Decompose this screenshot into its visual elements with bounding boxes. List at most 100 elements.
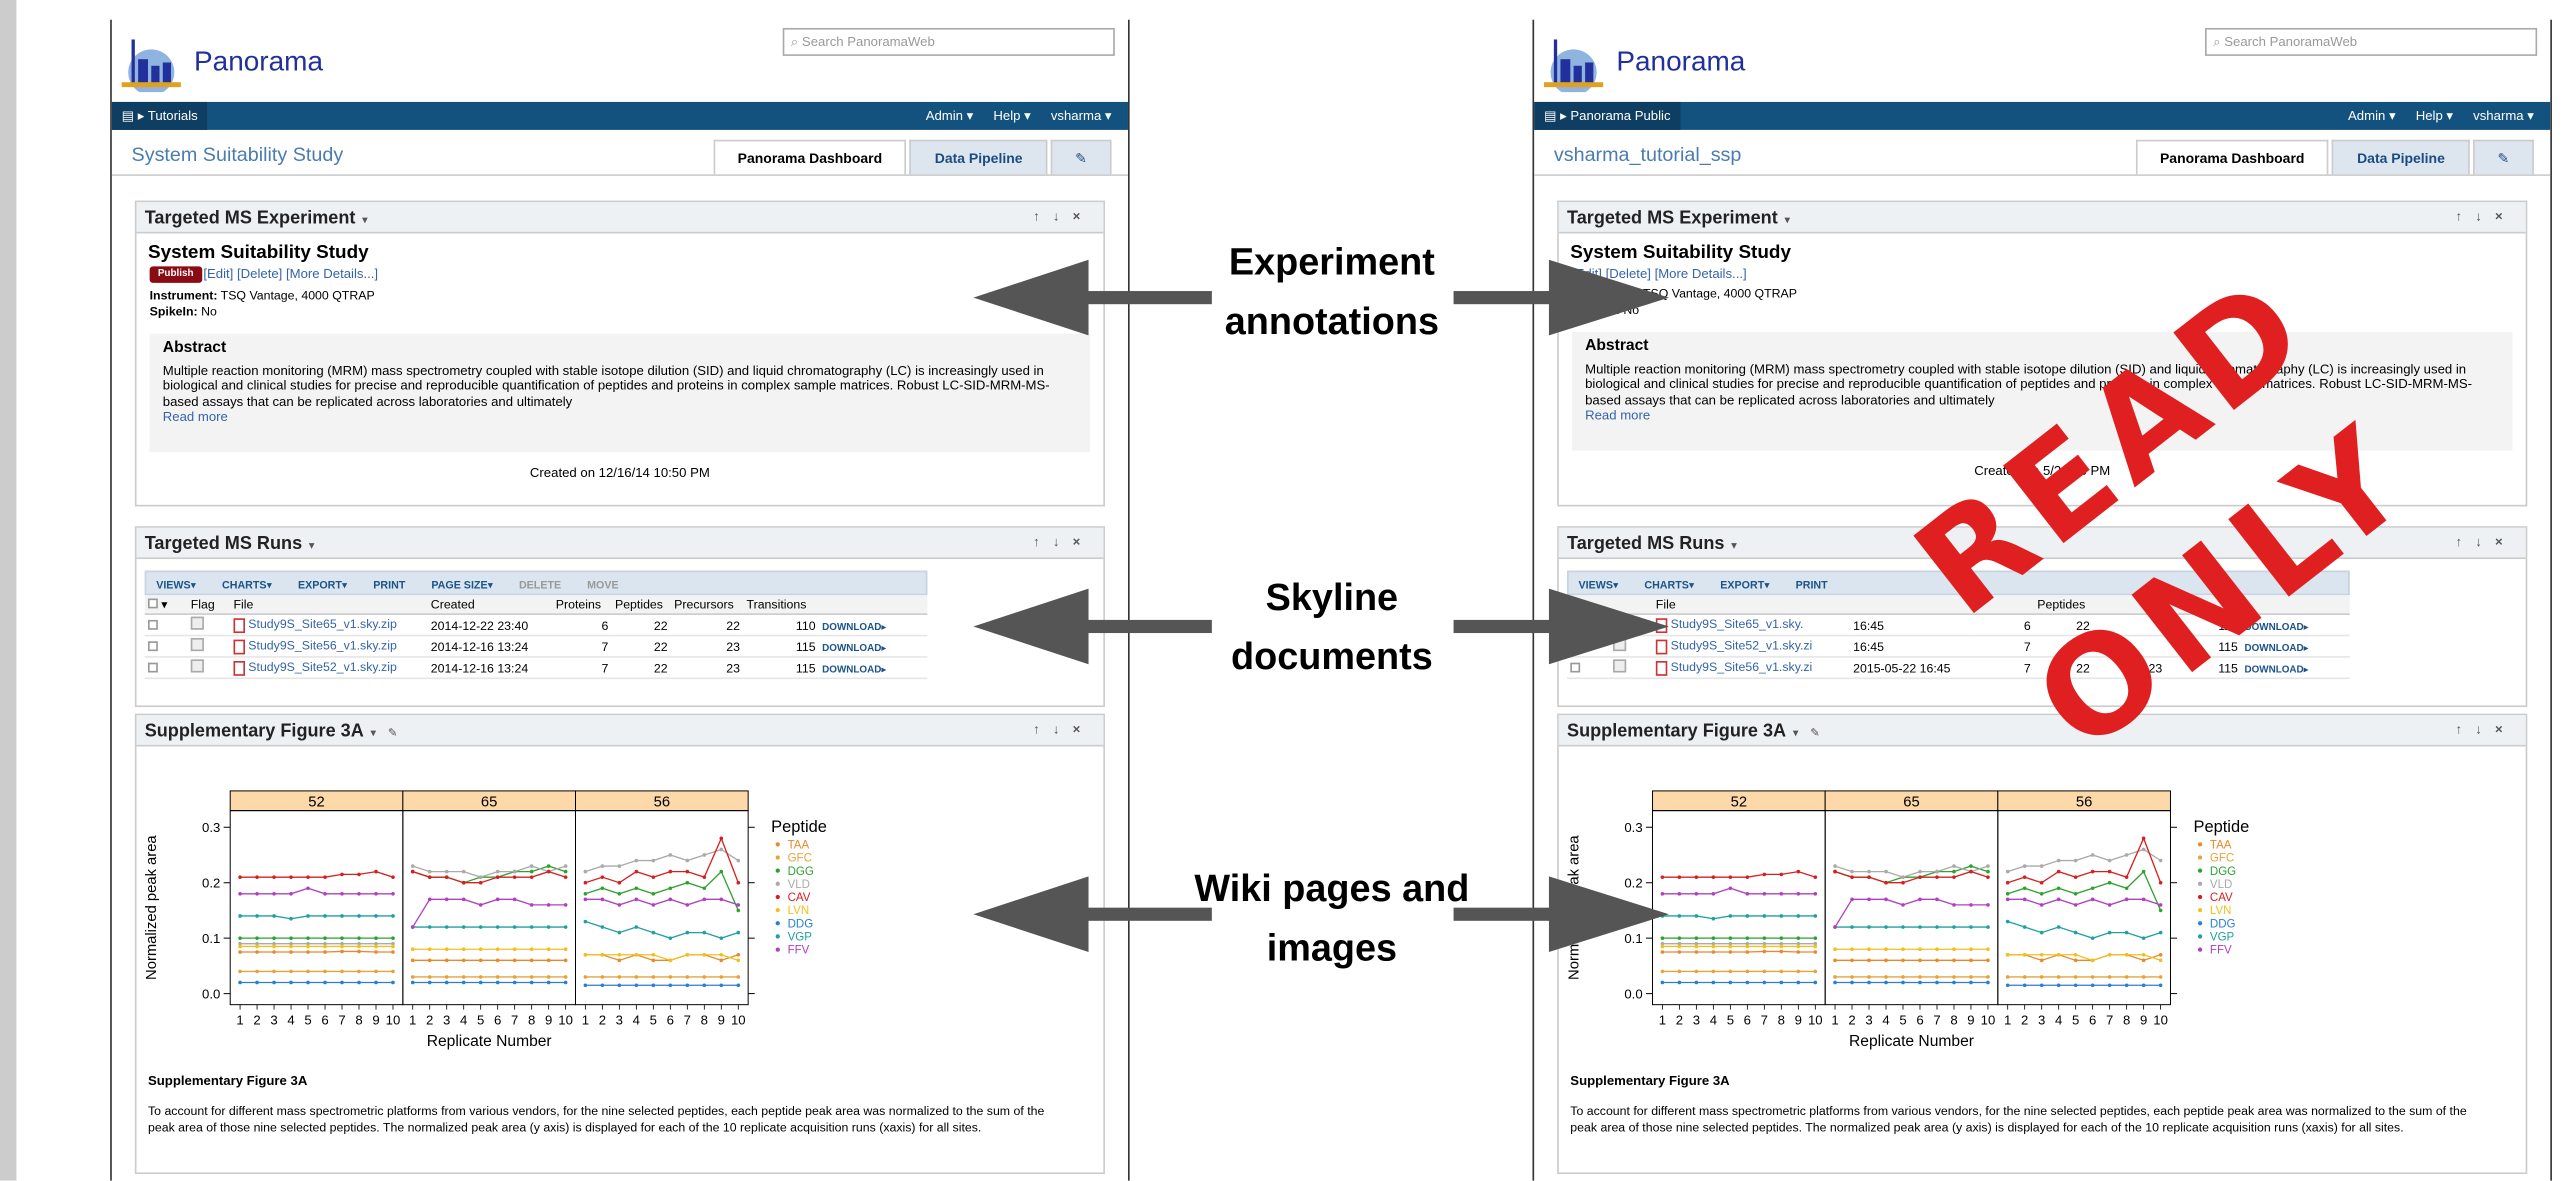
views-button[interactable]: VIEWS▾ — [1579, 580, 1619, 592]
panel-controls[interactable]: ↑↓× — [1033, 722, 1093, 737]
col-created[interactable]: Created — [427, 595, 553, 615]
col-precursors[interactable] — [2093, 595, 2166, 615]
col-flag[interactable]: Flag — [187, 595, 231, 615]
x-tick-label: 9 — [545, 1012, 552, 1027]
col-proteins[interactable] — [1974, 595, 2034, 615]
row-checkbox[interactable] — [1570, 640, 1581, 651]
chevron-down-icon[interactable]: ▾ — [1731, 541, 1737, 553]
panel-controls[interactable]: ↑↓× — [2455, 722, 2515, 737]
data-point-FFV — [2158, 903, 2163, 907]
file-link[interactable]: Study9S_Site52_v1.sky.zip — [248, 660, 397, 675]
tab-panorama-dashboard[interactable]: Panorama Dashboard — [712, 139, 907, 175]
panel-controls[interactable]: ↑↓× — [1033, 534, 1093, 549]
charts-button[interactable]: CHARTS▾ — [1644, 580, 1694, 592]
read-more-link[interactable]: Read more — [163, 409, 1077, 425]
file-link[interactable]: Study9S_Site65_v1.sky. — [1671, 617, 1804, 632]
experiment-links[interactable]: [Edit] [Delete] [More Details...] — [203, 267, 378, 282]
tab-data-pipeline[interactable]: Data Pipeline — [2332, 139, 2470, 175]
admin-menu[interactable]: Admin ▾ — [926, 109, 974, 124]
col-created[interactable] — [1849, 595, 1975, 615]
tab-panorama-dashboard[interactable]: Panorama Dashboard — [2135, 139, 2330, 175]
charts-button[interactable]: CHARTS▾ — [222, 580, 272, 592]
download-link[interactable]: DOWNLOAD▸ — [822, 665, 886, 675]
chevron-down-icon[interactable]: ▾ — [362, 215, 368, 227]
data-point-VGP — [2124, 930, 2129, 935]
experiment-links[interactable]: [Edit] [Delete] [More Details...] — [1572, 266, 1747, 281]
user-menu[interactable]: vsharma ▾ — [2473, 109, 2534, 124]
publish-button[interactable]: Publish — [149, 266, 202, 283]
data-point-FFV — [340, 891, 344, 896]
download-link[interactable]: DOWNLOAD▸ — [2244, 665, 2308, 675]
col-peptides[interactable]: Peptides — [2033, 595, 2094, 615]
series-line-DGG — [585, 870, 739, 911]
col-proteins[interactable]: Proteins — [552, 595, 612, 615]
flag-icon[interactable] — [1613, 637, 1627, 652]
download-link[interactable]: DOWNLOAD▸ — [822, 622, 886, 632]
precursors-cell: 23 — [2093, 656, 2166, 680]
row-checkbox[interactable] — [1570, 661, 1581, 672]
flag-icon[interactable] — [1613, 659, 1627, 673]
file-link[interactable]: Study9S_Site65_v1.sky.zip — [248, 617, 397, 632]
folder-breadcrumb[interactable]: ▤ ▸ Tutorials — [111, 101, 208, 130]
tab-pin-icon[interactable]: ✎ — [1050, 139, 1112, 175]
data-point-VGP — [1660, 914, 1665, 918]
page-size-button[interactable]: PAGE SIZE▾ — [431, 580, 493, 592]
col-transitions[interactable]: Transitions — [743, 595, 819, 615]
col-transitions[interactable] — [2165, 595, 2242, 615]
search-input[interactable]: ⌕ Search PanoramaWeb — [2205, 27, 2538, 56]
flag-icon[interactable] — [1613, 616, 1627, 630]
flag-icon[interactable] — [190, 637, 204, 652]
move-button[interactable]: MOVE — [587, 580, 618, 592]
admin-menu[interactable]: Admin ▾ — [2348, 109, 2396, 124]
read-more-link[interactable]: Read more — [1585, 408, 2499, 424]
col-precursors[interactable]: Precursors — [670, 595, 744, 615]
download-link[interactable]: DOWNLOAD▸ — [2244, 622, 2308, 632]
data-point-CAV — [617, 880, 622, 885]
file-link[interactable]: Study9S_Site52_v1.sky.zi — [1671, 638, 1813, 653]
delete-button[interactable]: DELETE — [519, 580, 561, 592]
tab-pin-icon[interactable]: ✎ — [2472, 139, 2534, 175]
file-link[interactable]: Study9S_Site56_v1.sky.zip — [248, 638, 397, 653]
data-point-FFV — [306, 886, 310, 891]
download-link[interactable]: DOWNLOAD▸ — [822, 644, 886, 654]
chevron-down-icon[interactable]: ▾ — [370, 728, 376, 740]
data-point-GFC — [1813, 969, 1818, 974]
col-flag[interactable] — [1609, 595, 1653, 615]
pencil-icon[interactable]: ✎ — [1810, 728, 1820, 740]
row-checkbox[interactable] — [147, 661, 158, 672]
help-menu[interactable]: Help ▾ — [2416, 109, 2453, 124]
data-point-FFV — [2107, 903, 2112, 907]
panel-controls[interactable]: ↑↓× — [1033, 209, 1093, 224]
views-button[interactable]: VIEWS▾ — [156, 580, 196, 592]
download-link[interactable]: DOWNLOAD▸ — [2244, 644, 2308, 654]
print-button[interactable]: PRINT — [1796, 580, 1828, 592]
export-button[interactable]: EXPORT▾ — [1720, 580, 1769, 592]
col-file[interactable]: File — [230, 595, 428, 615]
precursors-cell: 23 — [670, 635, 744, 658]
select-all-checkbox[interactable] — [1570, 598, 1581, 609]
panel-controls[interactable]: ↑↓× — [2455, 534, 2515, 549]
flag-icon[interactable] — [190, 616, 204, 630]
chevron-down-icon[interactable]: ▾ — [1793, 728, 1799, 740]
tab-data-pipeline[interactable]: Data Pipeline — [910, 139, 1048, 175]
user-menu[interactable]: vsharma ▾ — [1051, 109, 1112, 124]
search-input[interactable]: ⌕ Search PanoramaWeb — [782, 27, 1115, 56]
row-checkbox[interactable] — [147, 619, 158, 629]
col-peptides[interactable]: Peptides — [611, 595, 671, 615]
select-all-checkbox[interactable] — [147, 598, 158, 609]
data-point-TAA — [1867, 958, 1871, 963]
chevron-down-icon[interactable]: ▾ — [1784, 215, 1790, 227]
pencil-icon[interactable]: ✎ — [388, 728, 398, 740]
legend-title: Peptide — [771, 818, 827, 836]
export-button[interactable]: EXPORT▾ — [298, 580, 347, 592]
col-file[interactable]: File — [1652, 595, 1850, 615]
folder-breadcrumb[interactable]: ▤ ▸ Panorama Public — [1534, 101, 1681, 130]
row-checkbox[interactable] — [1570, 619, 1581, 629]
row-checkbox[interactable] — [147, 640, 158, 651]
flag-icon[interactable] — [190, 659, 204, 673]
chevron-down-icon[interactable]: ▾ — [309, 541, 315, 553]
print-button[interactable]: PRINT — [373, 580, 405, 592]
file-link[interactable]: Study9S_Site56_v1.sky.zi — [1671, 660, 1813, 675]
panel-controls[interactable]: ↑↓× — [2455, 209, 2515, 224]
help-menu[interactable]: Help ▾ — [993, 109, 1030, 124]
